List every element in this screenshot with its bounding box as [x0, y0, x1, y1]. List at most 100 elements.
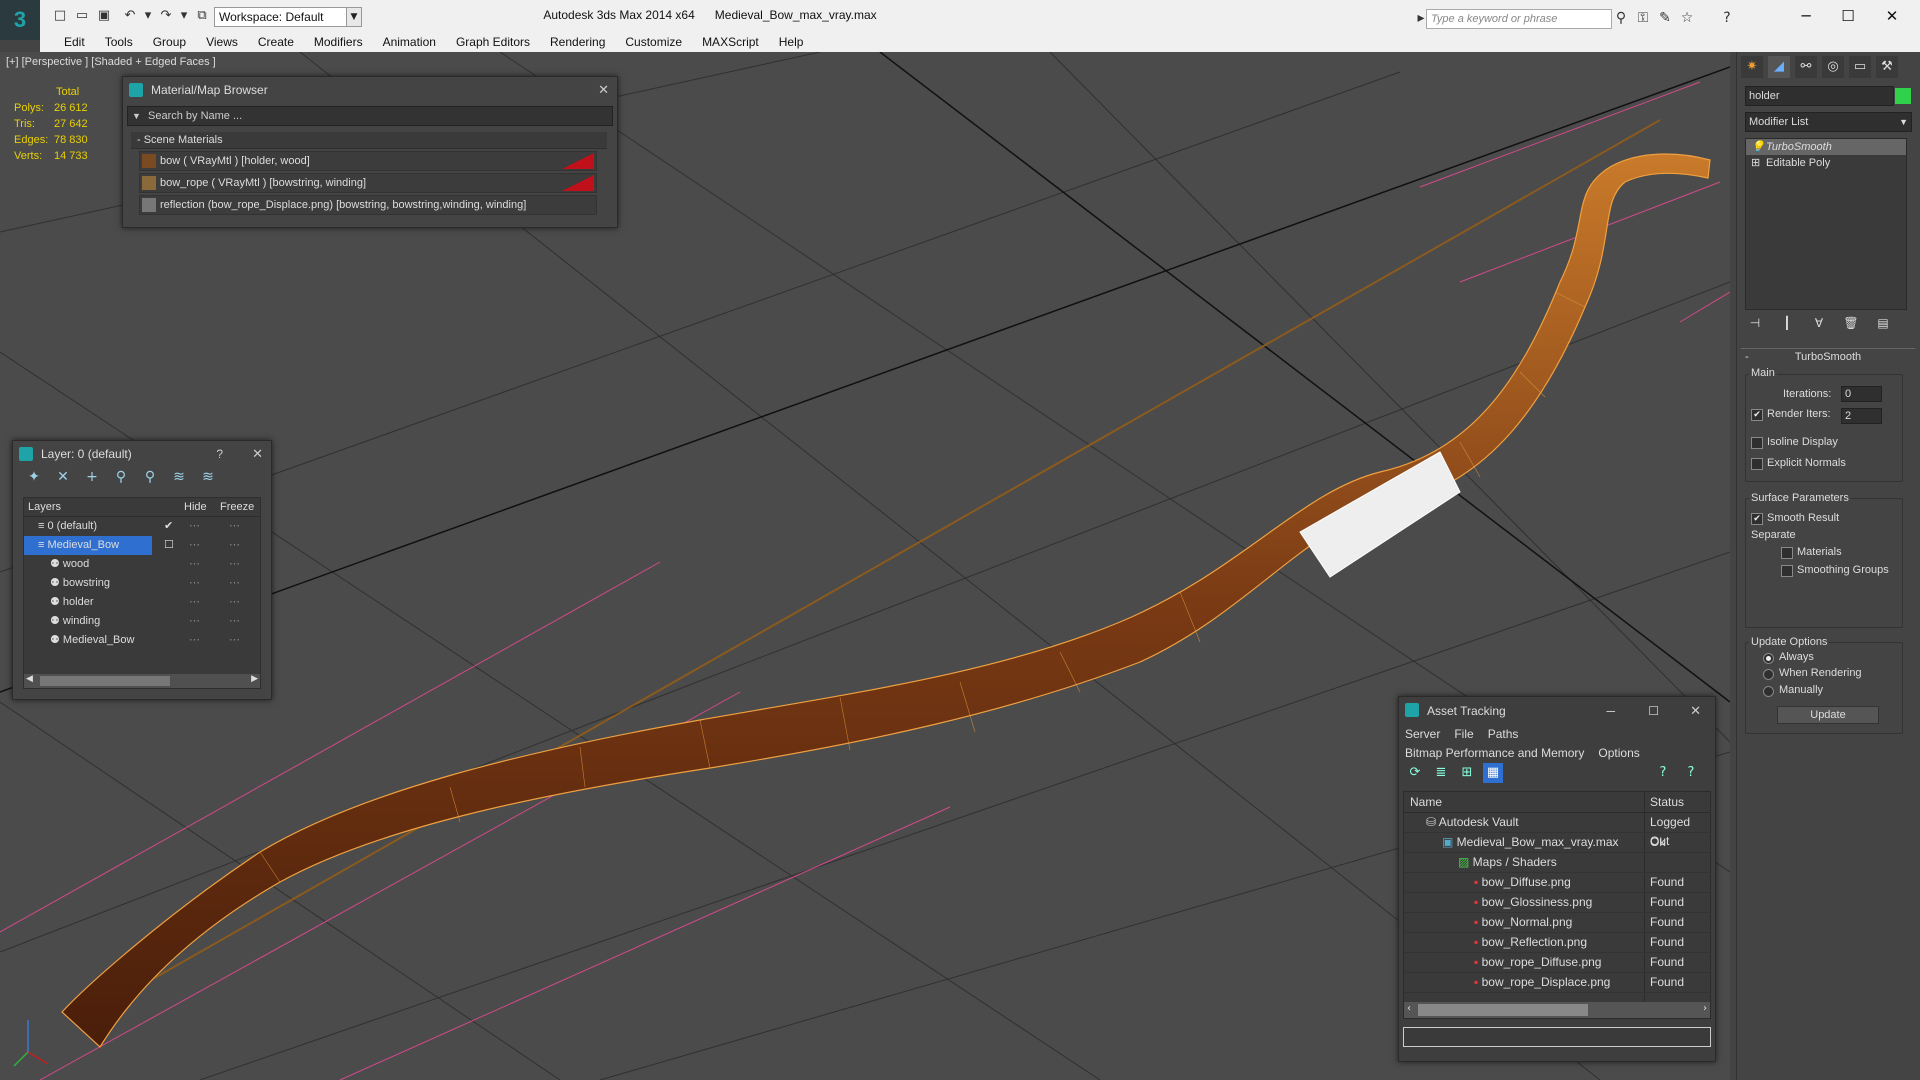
freeze-toggle[interactable]: ⋯	[229, 555, 240, 574]
scene-materials-section[interactable]: - Scene Materials	[131, 132, 607, 149]
menu-item-modifiers[interactable]: Modifiers	[304, 32, 373, 52]
asset-menu-file[interactable]: File	[1454, 727, 1473, 741]
asset-menu-server[interactable]: Server	[1405, 727, 1440, 741]
freeze-toggle[interactable]: ⋯	[229, 574, 240, 593]
object-color-swatch[interactable]	[1895, 88, 1911, 104]
layer-window-titlebar[interactable]: Layer: 0 (default) ? ✕	[13, 441, 271, 467]
viewport-label[interactable]: [+] [Perspective ] [Shaded + Edged Faces…	[6, 56, 216, 68]
freeze-toggle[interactable]: ⋯	[229, 612, 240, 631]
set-current-icon[interactable]: ☐	[164, 536, 174, 555]
asset-row[interactable]: ▪ bow_Reflection.png Found	[1404, 933, 1710, 953]
layers-column-header[interactable]: Layers	[28, 498, 61, 516]
always-radio[interactable]	[1763, 653, 1774, 664]
hide-toggle[interactable]: ⋯	[189, 536, 200, 555]
minimize-button[interactable]: ─	[1786, 4, 1826, 28]
help-button[interactable]: ?	[216, 441, 223, 467]
asset-menu-bitmap-performance-and-memory[interactable]: Bitmap Performance and Memory	[1405, 746, 1584, 760]
maximize-button[interactable]: ☐	[1648, 697, 1659, 725]
asset-menu-paths[interactable]: Paths	[1488, 727, 1519, 741]
hide-toggle[interactable]: ⋯	[189, 631, 200, 650]
show-end-result-icon[interactable]: ┃	[1777, 316, 1797, 330]
close-icon[interactable]: ✕	[1690, 697, 1701, 725]
hide-column-header[interactable]: Hide	[184, 498, 207, 516]
display-tab-icon[interactable]: ▭	[1849, 56, 1871, 78]
select-objects-icon[interactable]: ⚲	[110, 467, 132, 487]
hierarchy-tab-icon[interactable]: ⚯	[1795, 56, 1817, 78]
freeze-toggle[interactable]: ⋯	[229, 536, 240, 555]
asset-tracking-titlebar[interactable]: Asset Tracking ─ ☐ ✕	[1399, 697, 1715, 725]
menu-item-graph-editors[interactable]: Graph Editors	[446, 32, 540, 52]
context-help-icon[interactable]: ?	[1681, 763, 1701, 783]
hide-toggle[interactable]: ⋯	[189, 517, 200, 536]
scroll-thumb[interactable]	[40, 676, 170, 686]
menu-item-rendering[interactable]: Rendering	[540, 32, 615, 52]
asset-menu-options[interactable]: Options	[1598, 746, 1639, 760]
scroll-thumb[interactable]	[1418, 1004, 1588, 1016]
layer-row[interactable]: ≡ Medieval_Bow ☐ ⋯ ⋯	[24, 536, 260, 555]
menu-item-animation[interactable]: Animation	[373, 32, 446, 52]
delete-layer-icon[interactable]: ✕	[52, 467, 74, 487]
menu-item-group[interactable]: Group	[143, 32, 196, 52]
highlight-layer-icon[interactable]: ⚲	[139, 467, 161, 487]
current-layer-check-icon[interactable]: ✔	[164, 517, 173, 536]
layer-row[interactable]: ⚉ winding ⋯ ⋯	[24, 612, 260, 631]
minimize-button[interactable]: ─	[1606, 697, 1615, 725]
menu-item-tools[interactable]: Tools	[95, 32, 143, 52]
iterations-spinner[interactable]: 0	[1841, 386, 1882, 402]
update-button[interactable]: Update	[1777, 706, 1879, 724]
create-layer-icon[interactable]: ✦	[23, 467, 45, 487]
isoline-display-checkbox[interactable]	[1751, 437, 1763, 449]
asset-row[interactable]: ▪ bow_rope_Displace.png Found	[1404, 973, 1710, 993]
scroll-left-icon[interactable]: ‹	[1407, 1003, 1411, 1014]
help-icon[interactable]: ?	[1718, 9, 1736, 27]
make-unique-icon[interactable]: ∀	[1809, 316, 1829, 330]
asset-row[interactable]: ▪ bow_Glossiness.png Found	[1404, 893, 1710, 913]
asset-path-field[interactable]	[1403, 1027, 1711, 1047]
freeze-toggle[interactable]: ⋯	[229, 631, 240, 650]
hide-toggle[interactable]: ⋯	[189, 555, 200, 574]
material-browser-titlebar[interactable]: Material/Map Browser ✕	[123, 77, 617, 103]
material-search-input[interactable]: ▼ Search by Name ...	[127, 106, 613, 126]
material-row[interactable]: reflection (bow_rope_Displace.png) [bows…	[139, 195, 597, 215]
help-icon[interactable]: ?	[1653, 763, 1673, 783]
layer-row[interactable]: ≡ 0 (default) ✔ ⋯ ⋯	[24, 517, 260, 536]
stack-item-editable-poly[interactable]: ⊞ Editable Poly	[1746, 155, 1906, 171]
menu-item-maxscript[interactable]: MAXScript	[692, 32, 769, 52]
light-bulb-icon[interactable]: 💡	[1751, 139, 1765, 155]
hide-toggle[interactable]: ⋯	[189, 593, 200, 612]
modifier-list-dropdown[interactable]: Modifier List ▼	[1745, 112, 1912, 132]
hide-toggle[interactable]: ⋯	[189, 612, 200, 631]
hide-all-icon[interactable]: ≋	[168, 467, 190, 487]
smoothing-groups-checkbox[interactable]	[1781, 565, 1793, 577]
asset-row[interactable]: ▣ Medieval_Bow_max_vray.max Ok	[1404, 833, 1710, 853]
expand-icon[interactable]: ⊞	[1751, 155, 1760, 171]
table-view-icon[interactable]: ▦	[1483, 763, 1503, 783]
create-tab-icon[interactable]: ✷	[1741, 56, 1763, 78]
scroll-right-icon[interactable]: ▶	[251, 674, 258, 684]
when-rendering-radio[interactable]	[1763, 669, 1774, 680]
close-icon[interactable]: ✕	[598, 77, 609, 103]
explicit-normals-checkbox[interactable]	[1751, 458, 1763, 470]
asset-row[interactable]: ▪ bow_Normal.png Found	[1404, 913, 1710, 933]
add-to-layer-icon[interactable]: +	[81, 467, 103, 487]
modify-tab-icon[interactable]: ◢	[1768, 56, 1790, 78]
scroll-left-icon[interactable]: ◀	[26, 674, 33, 684]
asset-row[interactable]: ⛁ Autodesk Vault Logged Out	[1404, 813, 1710, 848]
remove-modifier-icon[interactable]: 🗑	[1841, 316, 1861, 330]
scroll-right-icon[interactable]: ›	[1703, 1003, 1707, 1014]
communication-icon[interactable]: ✎	[1656, 9, 1674, 27]
configure-sets-icon[interactable]: ▤	[1873, 316, 1893, 330]
status-column-header[interactable]: Status	[1650, 792, 1684, 812]
menu-item-views[interactable]: Views	[196, 32, 248, 52]
material-row[interactable]: bow ( VRayMtl ) [holder, wood]	[139, 151, 597, 171]
pin-stack-icon[interactable]: ⊣	[1745, 316, 1765, 330]
maximize-button[interactable]: ☐	[1828, 4, 1868, 28]
menu-item-customize[interactable]: Customize	[615, 32, 692, 52]
layer-row[interactable]: ⚉ bowstring ⋯ ⋯	[24, 574, 260, 593]
tree-view-icon[interactable]: ⊞	[1457, 763, 1477, 783]
asset-horizontal-scrollbar[interactable]: ‹ ›	[1404, 1002, 1710, 1018]
motion-tab-icon[interactable]: ◎	[1822, 56, 1844, 78]
favorites-star-icon[interactable]: ☆	[1678, 9, 1696, 27]
render-iters-spinner[interactable]: 2	[1841, 408, 1882, 424]
layer-row[interactable]: ⚉ Medieval_Bow ⋯ ⋯	[24, 631, 260, 650]
